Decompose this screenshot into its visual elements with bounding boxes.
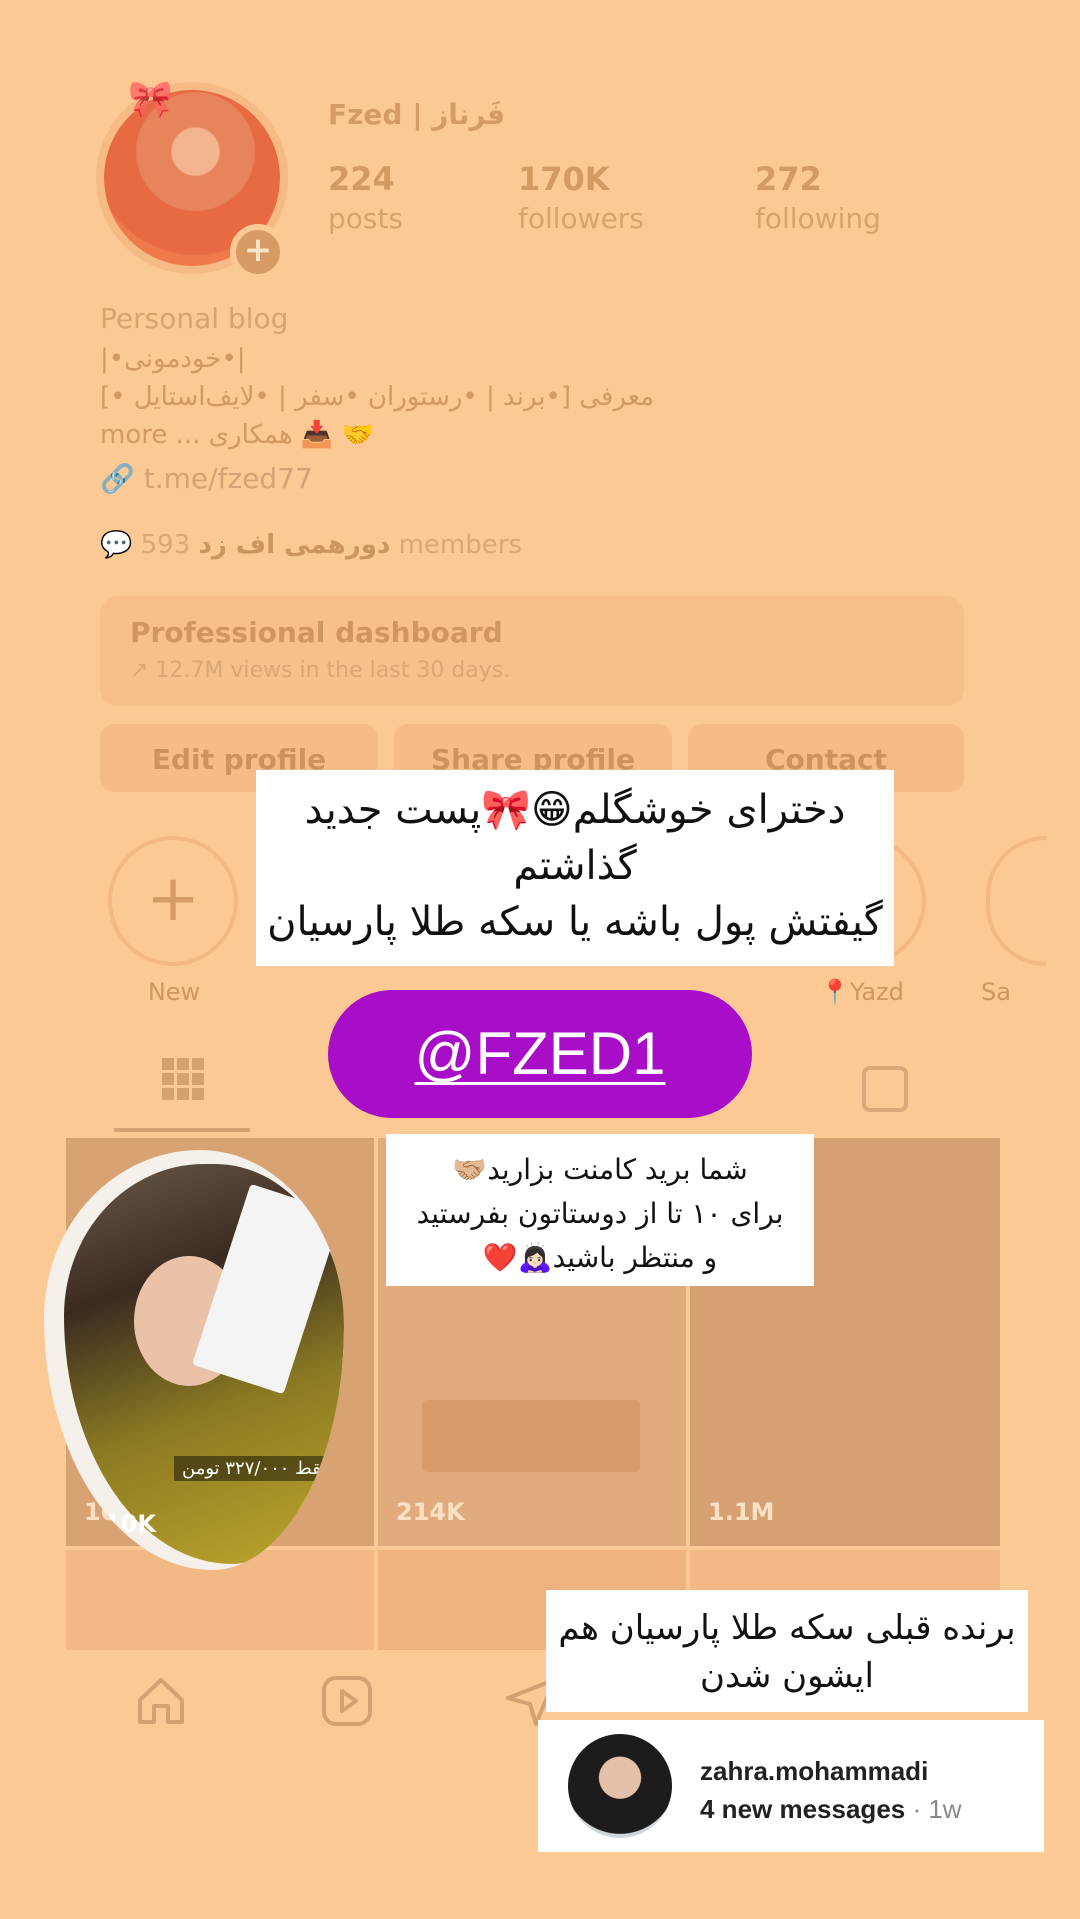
message-time: · 1w — [912, 1794, 962, 1824]
message-summary: 4 new messages · 1w — [700, 1794, 962, 1825]
message-count: 4 new messages — [700, 1794, 906, 1824]
message-notification[interactable]: zahra.mohammadi 4 new messages · 1w — [538, 1720, 1044, 1852]
reels-icon[interactable] — [320, 1674, 374, 1728]
highlight-partial[interactable] — [986, 836, 1046, 966]
grid-tab-underline — [114, 1128, 250, 1132]
tile-views-3: 1.1M — [708, 1498, 775, 1526]
stat-followers[interactable]: 170K followers — [518, 160, 644, 235]
link-icon: 🔗 — [100, 462, 135, 495]
profile-category: Personal blog — [100, 302, 289, 335]
dashboard-subtitle: ↗ 12.7M views in the last 30 days. — [130, 658, 511, 683]
tile-views-2: 214K — [396, 1498, 465, 1526]
channel-name: دورهمی اف زد — [198, 530, 391, 560]
featured-photo-image: نقط ۳۲۷/۰۰۰ تومن 10K — [64, 1164, 344, 1564]
caption-middle: شما برید کامنت بزارید🤝🏼 برای ۱۰ تا از دو… — [386, 1134, 814, 1286]
following-count: 272 — [755, 160, 822, 198]
bio-line-3[interactable]: more ... همکاری 📥 🤝 — [100, 420, 374, 450]
profile-link[interactable]: 🔗 t.me/fzed77 — [100, 462, 313, 495]
posts-label: posts — [328, 202, 404, 235]
tile-2-banner — [422, 1400, 640, 1472]
posts-count: 224 — [328, 160, 395, 198]
new-highlight-button[interactable]: + — [108, 836, 238, 966]
photo-views: 10K — [104, 1510, 156, 1538]
highlight-label-partial: Sa — [981, 978, 1011, 1006]
followers-count: 170K — [518, 160, 610, 198]
home-icon[interactable] — [134, 1674, 188, 1728]
link-text: t.me/fzed77 — [143, 462, 313, 495]
highlight-label-new: New — [147, 978, 201, 1006]
message-avatar — [568, 1734, 672, 1838]
professional-dashboard[interactable]: Professional dashboard ↗ 12.7M views in … — [100, 596, 964, 706]
followers-label: followers — [518, 202, 644, 235]
highlight-label-yazd: 📍Yazd — [820, 978, 904, 1006]
grid-icon[interactable] — [162, 1058, 204, 1100]
caption-top: دخترای خوشگلم😁🎀پست جدید گذاشتم گیفتش پول… — [256, 770, 894, 966]
photo-price-tag: نقط ۳۲۷/۰۰۰ تومن — [174, 1456, 335, 1481]
bio-line-1: |•خودمونی•| — [100, 344, 246, 374]
following-label: following — [755, 202, 881, 235]
channel-row[interactable]: 💬 دورهمی اف زد 593 members — [100, 530, 522, 560]
add-story-button[interactable]: + — [230, 224, 286, 280]
dashboard-title: Professional dashboard — [130, 616, 503, 649]
bio-line-2: معرفی [•برند | •رستوران •سفر | •لایف‌است… — [100, 382, 655, 412]
stat-following[interactable]: 272 following — [755, 160, 881, 235]
stat-posts[interactable]: 224 posts — [328, 160, 403, 235]
profile-name: Fzed | فَرناز — [328, 98, 506, 131]
caption-bottom: برنده قبلی سکه طلا پارسیان هم ایشون شدن — [546, 1590, 1028, 1712]
chat-bubble-icon: 💬 — [100, 530, 133, 560]
tagged-icon[interactable] — [862, 1066, 908, 1112]
bow-icon: 🎀 — [128, 79, 173, 120]
mention-sticker[interactable]: @FZED1 — [328, 990, 752, 1118]
message-username: zahra.mohammadi — [700, 1756, 929, 1786]
